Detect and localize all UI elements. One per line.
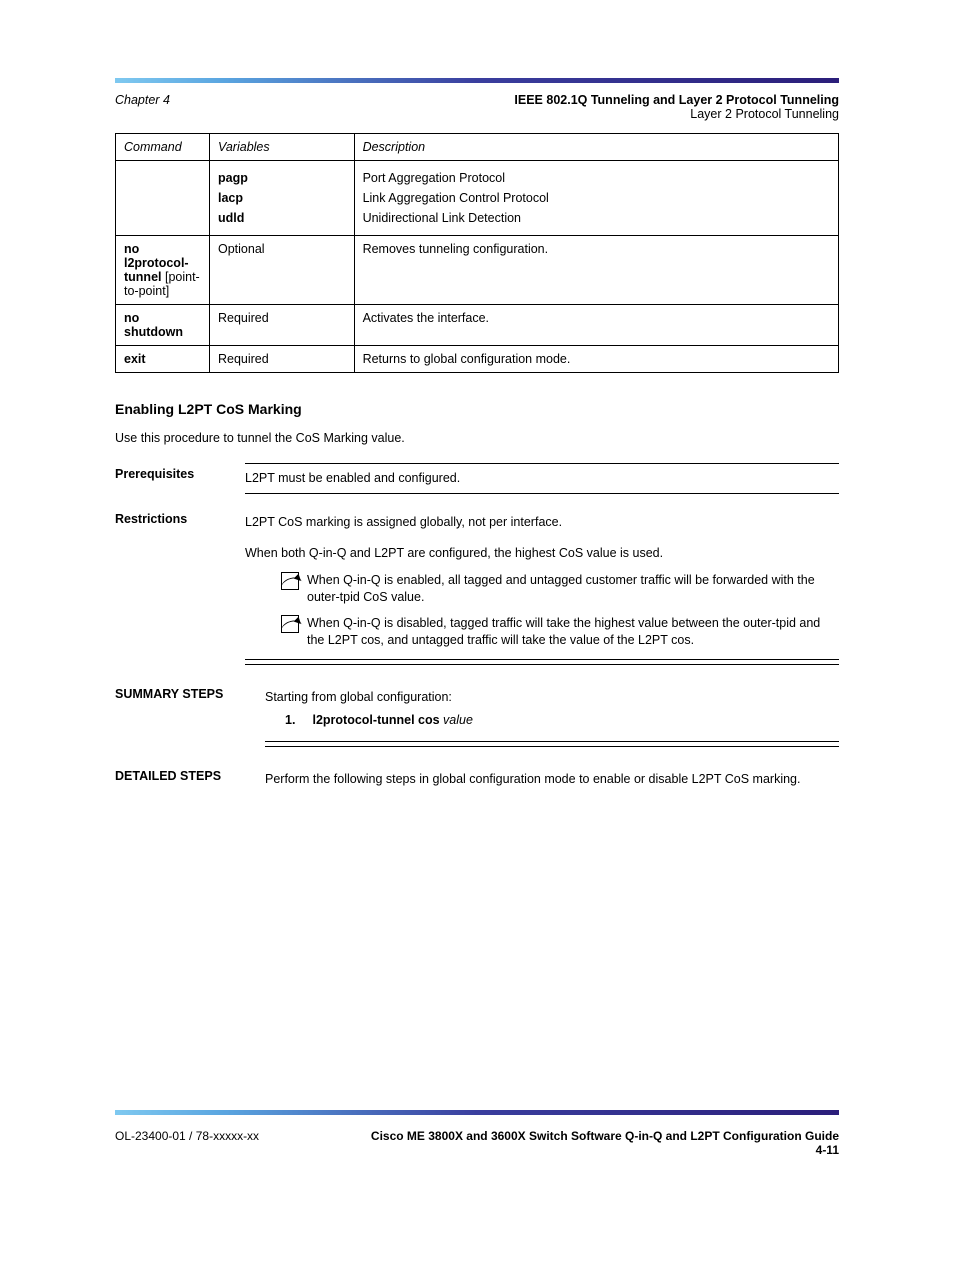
divider (245, 659, 839, 660)
restriction-line-1: L2PT CoS marking is assigned globally, n… (245, 514, 839, 531)
desc-exit: Returns to global configuration mode. (354, 346, 838, 373)
table-header-row: Command Variables Description (116, 134, 839, 161)
var-lacp: lacp (218, 191, 243, 205)
var-required-2: Required (209, 346, 354, 373)
step-arg: value (440, 713, 473, 727)
note-block: When Q-in-Q is enabled, all tagged and u… (281, 572, 839, 606)
divider (245, 664, 839, 665)
var-pagp: pagp (218, 171, 248, 185)
subsection-title: Layer 2 Protocol Tunneling (514, 107, 839, 121)
footer-page: 4-11 (371, 1143, 839, 1157)
command-table: Command Variables Description pagp lacp … (115, 133, 839, 373)
desc-pagp: Port Aggregation Protocol (363, 171, 830, 185)
restriction-line-2: When both Q-in-Q and L2PT are configured… (245, 545, 839, 562)
var-optional: Optional (209, 236, 354, 305)
table-row: no l2protocol-tunnel [point-to-point] Op… (116, 236, 839, 305)
page-header: Chapter 4 IEEE 802.1Q Tunneling and Laye… (115, 93, 839, 121)
top-accent-bar (115, 78, 839, 83)
bottom-accent-bar (115, 1110, 839, 1115)
note-text-2: When Q-in-Q is disabled, tagged traffic … (307, 615, 839, 649)
step-command: l2protocol-tunnel cos (312, 713, 439, 727)
desc-no-shutdown: Activates the interface. (354, 305, 838, 346)
cmd-no-shutdown: no shutdown (116, 305, 210, 346)
desc-no-l2pt: Removes tunneling configuration. (354, 236, 838, 305)
cmd-exit: exit (116, 346, 210, 373)
desc-lacp: Link Aggregation Control Protocol (363, 191, 830, 205)
step-number: 1. (285, 712, 309, 729)
footer-title: Cisco ME 3800X and 3600X Switch Software… (371, 1129, 839, 1143)
summary-lead: Starting from global configuration: (265, 689, 839, 706)
label-restrictions: Restrictions (115, 508, 245, 526)
table-row: no shutdown Required Activates the inter… (116, 305, 839, 346)
table-row: exit Required Returns to global configur… (116, 346, 839, 373)
var-udld: udld (218, 211, 244, 225)
pencil-note-icon (281, 572, 299, 590)
note-text-1: When Q-in-Q is enabled, all tagged and u… (307, 572, 839, 606)
divider (245, 493, 839, 494)
page-footer: OL-23400-01 / 78-xxxxx-xx Cisco ME 3800X… (115, 1125, 839, 1157)
detailed-body: Perform the following steps in global co… (265, 771, 839, 788)
col-header-variables: Variables (209, 134, 354, 161)
col-header-description: Description (354, 134, 838, 161)
desc-udld: Unidirectional Link Detection (363, 211, 830, 225)
intro-text: Use this procedure to tunnel the CoS Mar… (115, 431, 839, 445)
pencil-note-icon (281, 615, 299, 633)
divider (265, 741, 839, 742)
table-row: pagp lacp udld Port Aggregation Protocol… (116, 161, 839, 236)
var-required: Required (209, 305, 354, 346)
label-prerequisites: Prerequisites (115, 463, 245, 481)
label-detailed-steps: DETAILED STEPS (115, 765, 265, 783)
footer-doc-id: OL-23400-01 / 78-xxxxx-xx (115, 1129, 259, 1157)
note-block: When Q-in-Q is disabled, tagged traffic … (281, 615, 839, 649)
label-summary-steps: SUMMARY STEPS (115, 683, 265, 701)
divider (265, 746, 839, 747)
section-title: IEEE 802.1Q Tunneling and Layer 2 Protoc… (514, 93, 839, 107)
heading-enabling-cos: Enabling L2PT CoS Marking (115, 401, 839, 417)
col-header-command: Command (116, 134, 210, 161)
divider (245, 463, 839, 464)
chapter-label: Chapter 4 (115, 93, 170, 121)
prereq-body: L2PT must be enabled and configured. (245, 470, 839, 487)
